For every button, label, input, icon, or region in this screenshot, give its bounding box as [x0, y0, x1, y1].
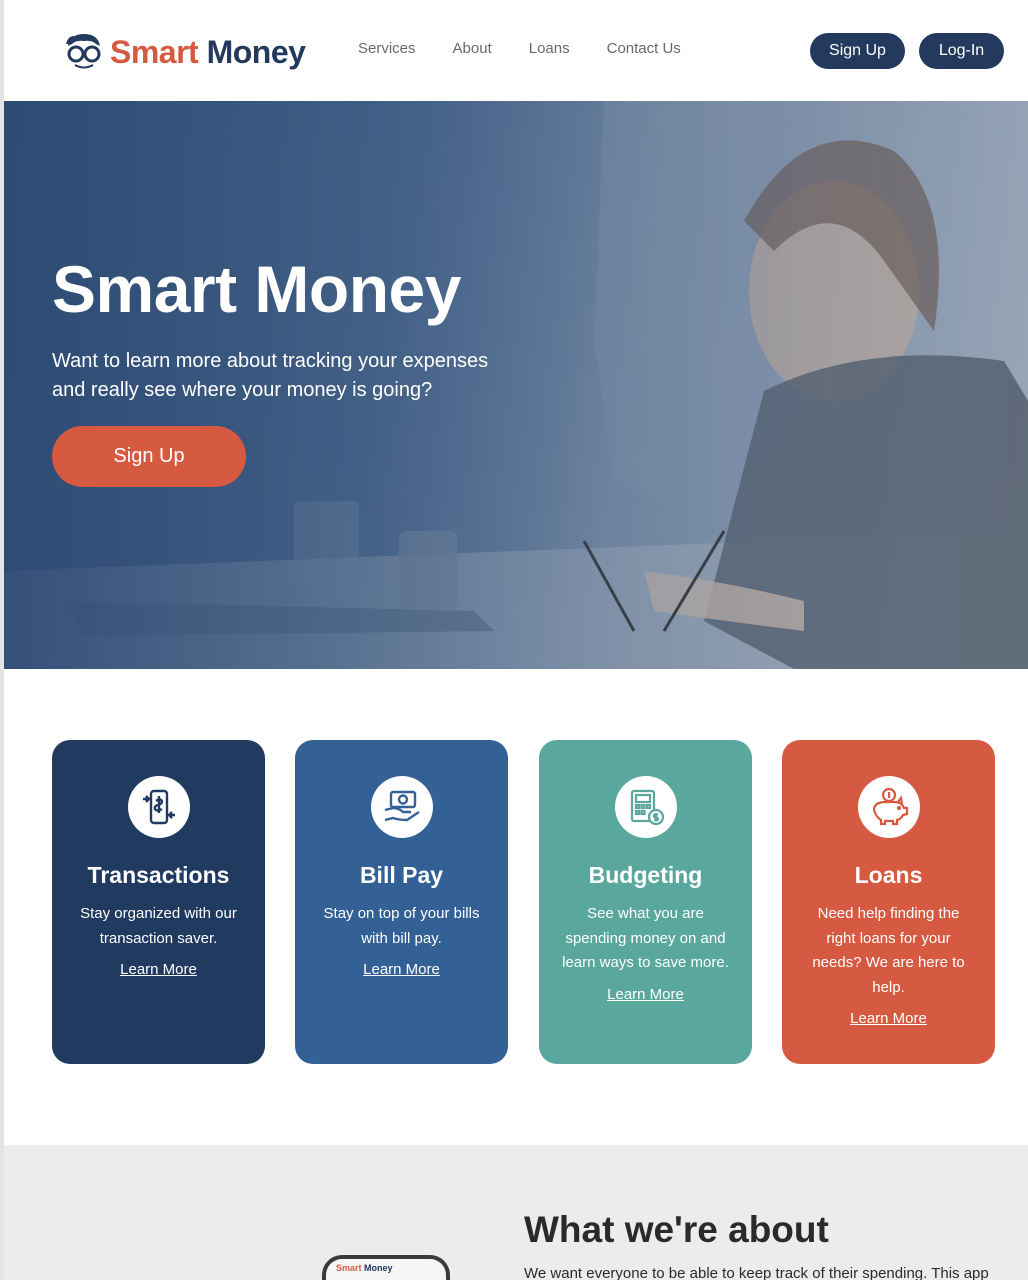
card-transactions: Transactions Stay organized with our tra…	[52, 740, 265, 1064]
card-title: Transactions	[87, 862, 230, 888]
header-signup-button[interactable]: Sign Up	[810, 33, 905, 69]
hero-title: Smart Money	[52, 252, 461, 326]
phone-logo: Smart Money	[336, 1263, 393, 1273]
card-title: Bill Pay	[359, 862, 444, 888]
card-text: See what you are spending money on and l…	[562, 905, 729, 971]
hand-cash-icon	[370, 776, 433, 838]
learn-more-link[interactable]: Learn More	[850, 1010, 927, 1027]
card-bill-pay: Bill Pay Stay on top of your bills with …	[295, 740, 508, 1064]
hero-signup-button[interactable]: Sign Up	[52, 426, 246, 487]
card-text: Stay on top of your bills with bill pay.	[323, 905, 480, 947]
card-text: Stay organized with our transaction save…	[80, 905, 237, 947]
card-title: Loans	[854, 862, 923, 888]
nerd-glasses-face-icon	[62, 30, 106, 74]
card-budgeting: Budgeting See what you are spending mone…	[539, 740, 752, 1064]
nav-about[interactable]: About	[453, 40, 492, 57]
card-text: Need help finding the right loans for yo…	[812, 905, 965, 996]
piggy-bank-icon	[857, 776, 920, 838]
about-title: What we're about	[524, 1209, 829, 1250]
logo-word-smart: Smart	[110, 33, 199, 70]
header-login-button[interactable]: Log-In	[919, 33, 1004, 69]
about-text: We want everyone to be able to keep trac…	[524, 1265, 989, 1280]
card-loans: Loans Need help finding the right loans …	[782, 740, 995, 1064]
card-title: Budgeting	[588, 862, 703, 888]
logo[interactable]: Smart Money	[62, 28, 306, 76]
about-section: Smart Money What we're about We want eve…	[4, 1145, 1028, 1280]
site-header: Smart Money Services About Loans Contact…	[4, 0, 1028, 101]
learn-more-link[interactable]: Learn More	[607, 986, 684, 1003]
services-cards: Transactions Stay organized with our tra…	[52, 740, 996, 1064]
main-nav: Services About Loans Contact Us	[358, 40, 718, 57]
learn-more-link[interactable]: Learn More	[363, 961, 440, 978]
calculator-coin-icon	[614, 776, 677, 838]
learn-more-link[interactable]: Learn More	[120, 961, 197, 978]
hero-subtitle: Want to learn more about tracking your e…	[52, 350, 489, 401]
phone-logo-word-money: Money	[364, 1263, 393, 1273]
hero-section: Smart Money Want to learn more about tra…	[4, 101, 1028, 669]
phone-logo-word-smart: Smart	[336, 1263, 362, 1273]
nav-loans[interactable]: Loans	[529, 40, 570, 57]
phone-mockup: Smart Money	[322, 1255, 450, 1280]
nav-services[interactable]: Services	[358, 40, 416, 57]
nav-contact-us[interactable]: Contact Us	[607, 40, 681, 57]
phone-transfer-icon	[127, 776, 190, 838]
logo-word-money: Money	[206, 33, 306, 70]
